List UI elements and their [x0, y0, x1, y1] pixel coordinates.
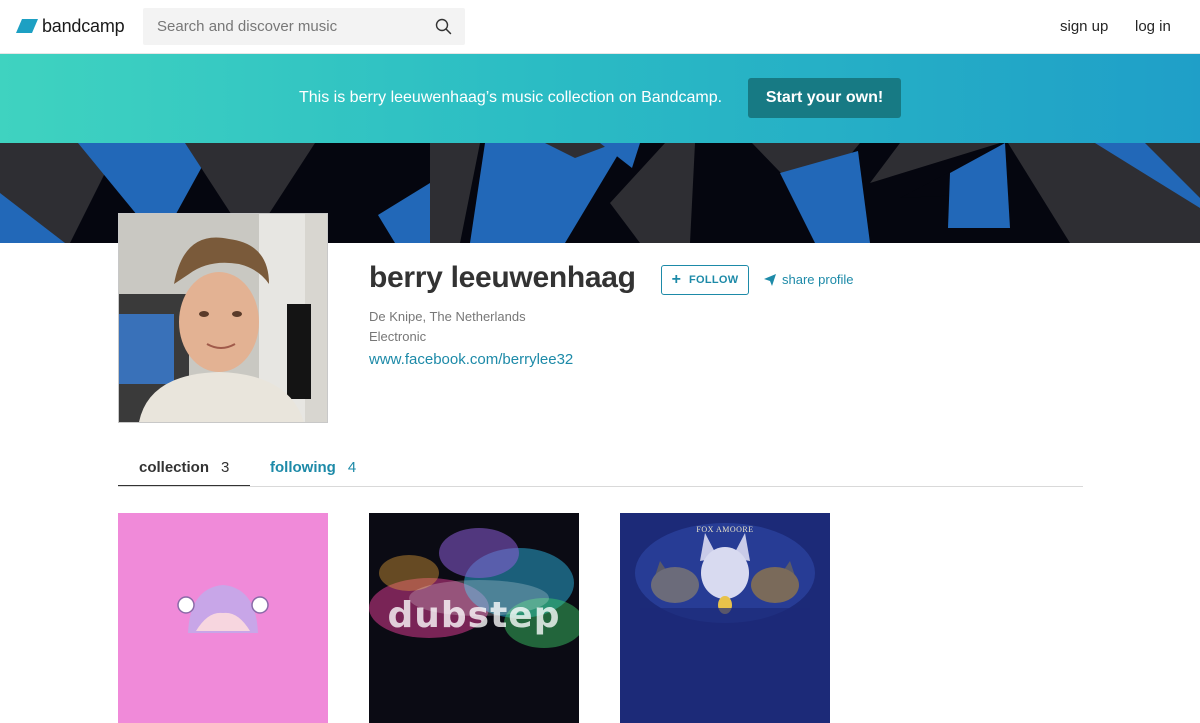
collection-item[interactable]: dubstep [369, 513, 579, 723]
tabs-divider [118, 486, 1083, 487]
profile-name: berry leeuwenhaag [369, 261, 636, 294]
tab-collection-label: collection [139, 459, 210, 476]
album-art-anime [118, 513, 328, 723]
profile-genre: Electronic [369, 329, 427, 344]
follow-label: FOLLOW [688, 274, 739, 286]
logo-text: bandcamp [42, 15, 125, 36]
share-profile-label: share profile [782, 272, 854, 287]
search-icon[interactable] [435, 18, 452, 35]
avatar-photo [119, 214, 327, 422]
site-header: bandcamp sign up log in [0, 0, 1200, 54]
profile-website-link[interactable]: www.facebook.com/berrylee32 [369, 351, 573, 368]
search-input[interactable] [157, 8, 427, 45]
paper-plane-icon [764, 273, 776, 286]
tab-collection[interactable]: collection 3 [118, 459, 250, 487]
collection-item[interactable]: FOX AMOORE [620, 513, 830, 723]
profile-location: De Knipe, The Netherlands [369, 309, 526, 324]
banner-text: This is berry leeuwenhaag’s music collec… [299, 89, 723, 106]
tab-collection-count: 3 [221, 459, 230, 476]
bandcamp-logo-icon [16, 19, 38, 33]
album-art-caption: FOX AMOORE [696, 525, 754, 534]
profile-avatar [118, 213, 328, 423]
tab-following[interactable]: following 4 [270, 459, 356, 487]
follow-button[interactable]: + FOLLOW [661, 265, 749, 295]
collection-item[interactable] [118, 513, 328, 723]
bandcamp-logo[interactable]: bandcamp [16, 15, 125, 36]
promo-banner: This is berry leeuwenhaag’s music collec… [0, 54, 1200, 143]
album-art-wolves [620, 513, 830, 723]
tab-following-count: 4 [347, 459, 357, 476]
search-box [143, 8, 465, 45]
plus-icon: + [671, 271, 681, 288]
tab-following-label: following [270, 459, 336, 476]
start-your-own-button[interactable]: Start your own! [748, 78, 901, 118]
log-in-link[interactable]: log in [1135, 18, 1171, 35]
share-profile-link[interactable]: share profile [764, 272, 854, 287]
sign-up-link[interactable]: sign up [1060, 18, 1108, 35]
